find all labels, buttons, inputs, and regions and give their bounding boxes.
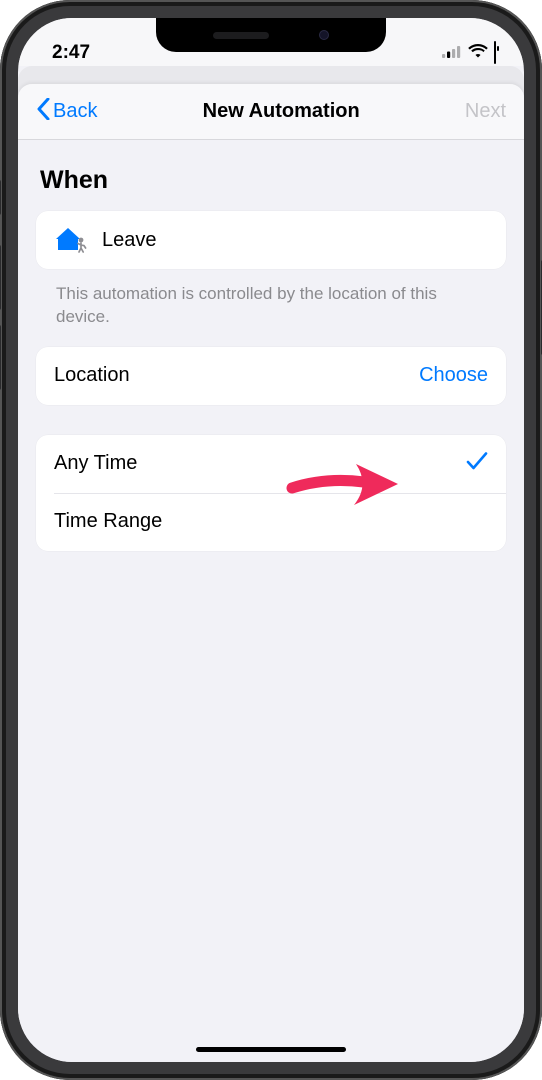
helper-text: This automation is controlled by the loc… [36, 269, 506, 347]
cell-signal-icon [442, 42, 462, 64]
time-options: Any Time Time Range [36, 435, 506, 551]
time-option-any[interactable]: Any Time [36, 435, 506, 493]
wifi-icon [468, 42, 488, 64]
section-heading: When [40, 166, 502, 195]
time-option-label: Time Range [54, 510, 162, 533]
home-indicator[interactable] [196, 1047, 346, 1052]
navbar: Back New Automation Next [18, 84, 524, 140]
checkmark-icon [466, 451, 488, 477]
leave-home-icon [54, 225, 88, 255]
next-button[interactable]: Next [465, 100, 506, 123]
page-title: New Automation [203, 100, 360, 123]
location-label: Location [54, 364, 130, 387]
battery-icon [494, 42, 496, 64]
trigger-card[interactable]: Leave [36, 211, 506, 269]
back-label: Back [53, 100, 97, 123]
location-row[interactable]: Location Choose [36, 347, 506, 405]
time-option-label: Any Time [54, 452, 137, 475]
back-button[interactable]: Back [36, 98, 97, 126]
time-option-range[interactable]: Time Range [36, 493, 506, 551]
chevron-left-icon [36, 98, 51, 126]
status-time: 2:47 [52, 42, 90, 64]
choose-location-button[interactable]: Choose [419, 364, 488, 387]
trigger-label: Leave [102, 229, 157, 252]
